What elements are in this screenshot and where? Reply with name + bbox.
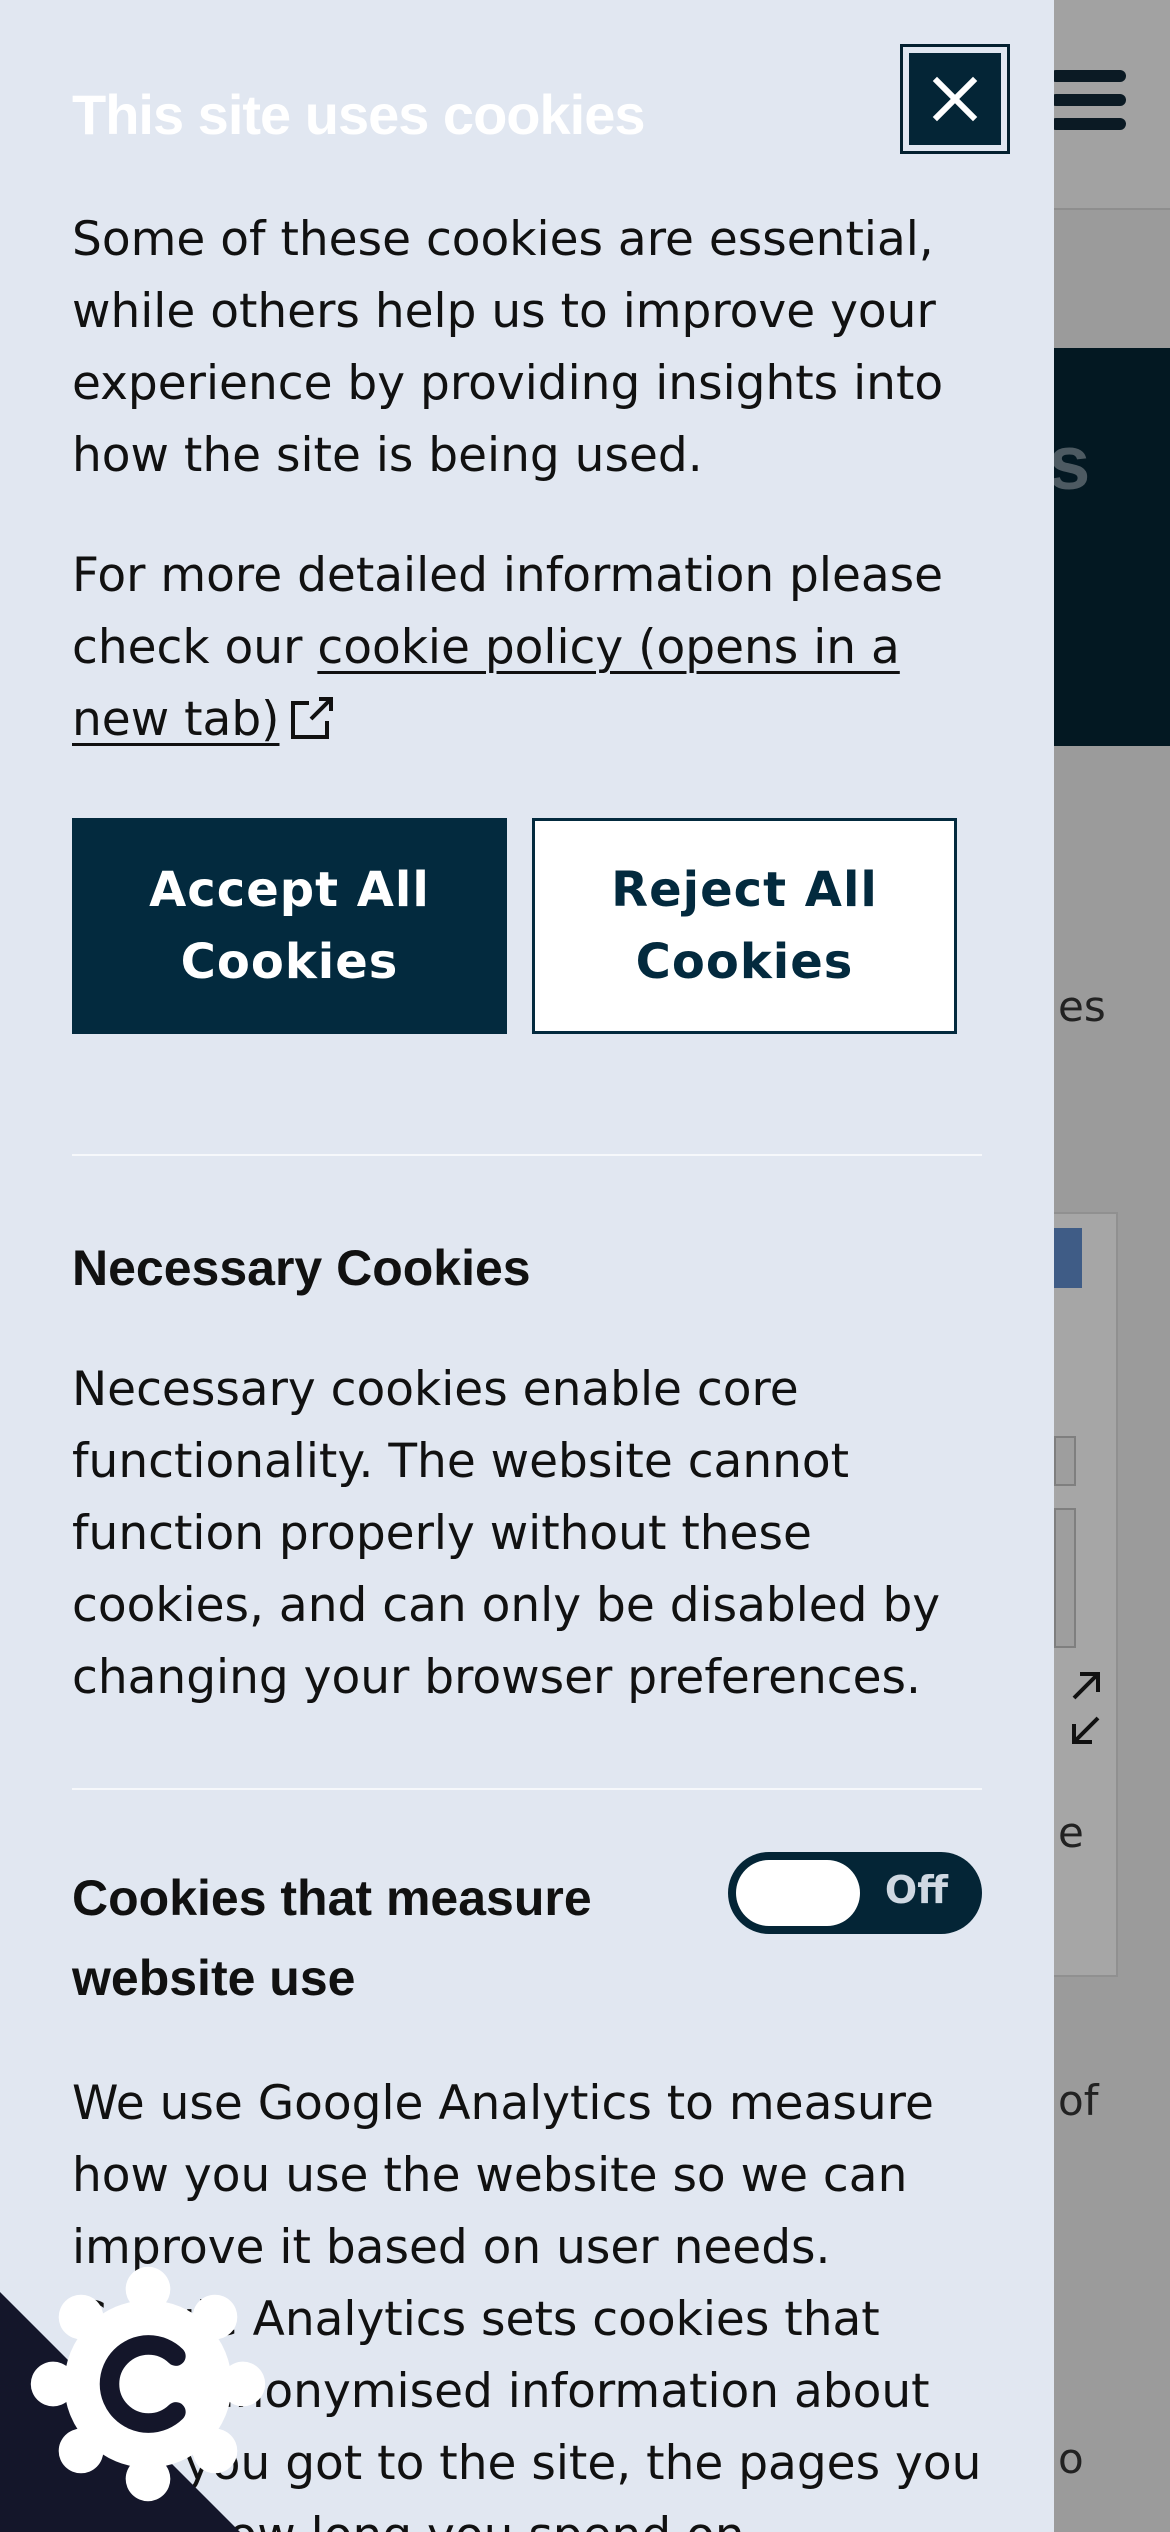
- divider: [72, 1788, 982, 1790]
- bg-text-fragment: e: [1058, 1808, 1084, 1857]
- more-info-text: For more detailed information please che…: [72, 540, 992, 756]
- divider: [72, 1154, 982, 1156]
- accept-all-cookies-button[interactable]: Accept All Cookies: [72, 818, 507, 1034]
- toggle-knob: [736, 1860, 860, 1926]
- analytics-cookies-toggle[interactable]: Off: [728, 1852, 982, 1934]
- panel-title: This site uses cookies: [72, 83, 645, 146]
- bg-card-header: [1050, 1228, 1082, 1288]
- bg-text-fragment: o: [1058, 2434, 1084, 2483]
- cookie-panel: This site uses cookies Some of these coo…: [0, 0, 1054, 2532]
- cookie-settings-badge[interactable]: [0, 2266, 266, 2532]
- close-icon: [932, 76, 978, 122]
- reject-all-cookies-button[interactable]: Reject All Cookies: [532, 818, 957, 1034]
- toggle-state-label: Off: [884, 1868, 948, 1912]
- bg-field: [1054, 1436, 1076, 1486]
- intro-text: Some of these cookies are essential, whi…: [72, 212, 944, 483]
- bg-text-fragment: of: [1058, 2076, 1099, 2125]
- bg-field: [1054, 1508, 1076, 1648]
- bg-text-fragment: es: [1058, 982, 1106, 1031]
- external-link-icon: [291, 697, 334, 739]
- cookie-icon: [30, 2266, 266, 2502]
- expand-arrows-icon: [1066, 1668, 1106, 1748]
- close-button[interactable]: [900, 44, 1010, 154]
- hamburger-menu-icon: [1050, 70, 1126, 140]
- hero-title-fragment: s: [1048, 421, 1091, 506]
- necessary-cookies-description: Necessary cookies enable core functional…: [72, 1362, 941, 1705]
- analytics-cookies-title: Cookies that measure website use: [72, 1870, 592, 2006]
- necessary-cookies-title: Necessary Cookies: [72, 1240, 531, 1296]
